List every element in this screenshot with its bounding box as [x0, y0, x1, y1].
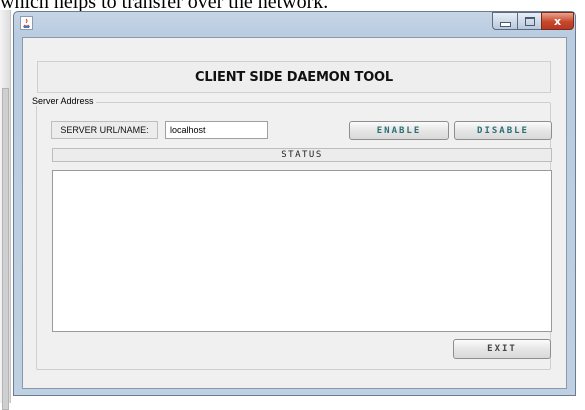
- server-url-input[interactable]: [165, 121, 268, 139]
- java-icon: [20, 16, 33, 30]
- close-button[interactable]: x: [541, 12, 574, 30]
- minimize-icon: [499, 21, 511, 27]
- close-icon: x: [553, 14, 562, 28]
- maximize-icon: [524, 16, 535, 26]
- page-title: CLIENT SIDE DAEMON TOOL: [195, 69, 393, 85]
- exit-button[interactable]: EXIT: [453, 339, 551, 359]
- disable-button[interactable]: DISABLE: [454, 121, 552, 140]
- title-bar[interactable]: x: [14, 12, 575, 38]
- status-label-bar: STATUS: [52, 148, 552, 162]
- enable-button[interactable]: ENABLE: [349, 121, 449, 140]
- header-panel: CLIENT SIDE DAEMON TOOL: [37, 61, 551, 93]
- minimize-button[interactable]: [492, 12, 518, 30]
- maximize-button[interactable]: [517, 12, 542, 30]
- server-url-label: SERVER URL/NAME:: [51, 121, 158, 139]
- server-address-label: Server Address: [30, 96, 96, 106]
- status-textarea[interactable]: [52, 170, 552, 332]
- document-scrollbar[interactable]: [0, 10, 11, 410]
- scrollbar-thumb[interactable]: [2, 88, 9, 410]
